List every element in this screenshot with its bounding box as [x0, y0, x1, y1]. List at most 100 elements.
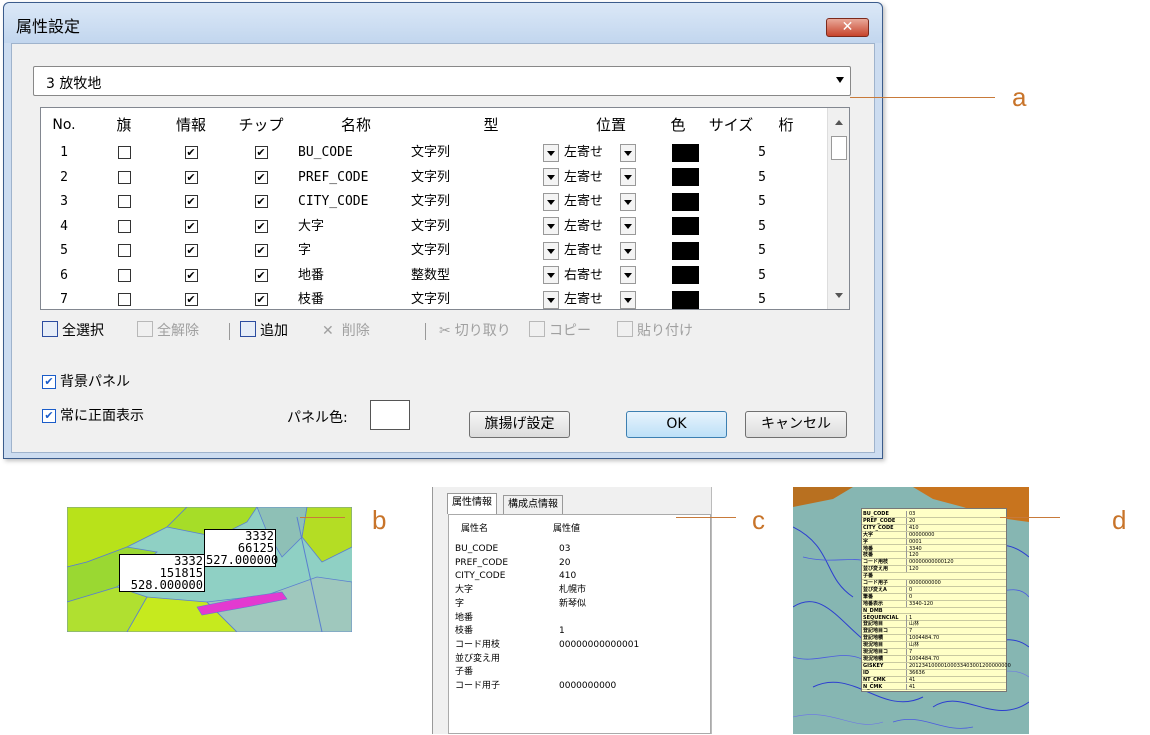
type-cell[interactable]: 文字列 [411, 189, 561, 214]
select-all-button[interactable]: 全選択 [42, 318, 104, 344]
chip-checkbox[interactable]: ✔ [254, 146, 268, 159]
attribute-row[interactable]: 大字 札幌市 [453, 584, 703, 596]
col-header-position[interactable]: 位置 [566, 113, 656, 138]
field-name[interactable]: CITY_CODE [298, 189, 408, 214]
chevron-down-icon[interactable] [620, 143, 636, 162]
field-name[interactable]: 大字 [298, 214, 408, 239]
color-cell[interactable] [672, 287, 702, 309]
size-value[interactable]: 5 [701, 189, 766, 214]
grid-scrollbar[interactable] [827, 108, 849, 309]
attribute-row[interactable]: 字 新琴似 [453, 598, 703, 610]
info-checkbox[interactable]: ✔ [184, 244, 198, 257]
col-header-type[interactable]: 型 [441, 113, 541, 138]
chevron-down-icon[interactable] [543, 266, 559, 284]
add-button[interactable]: 追加 [240, 318, 288, 344]
field-name[interactable]: 地番 [298, 263, 408, 288]
table-row[interactable]: 6 ✔ ✔ 地番 整数型 右寄せ 5 [41, 263, 831, 288]
chip-checkbox[interactable]: ✔ [254, 170, 268, 184]
chevron-down-icon[interactable] [620, 168, 636, 186]
position-cell[interactable]: 左寄せ [564, 140, 674, 165]
map-label-1[interactable]: 3332 66125 527.000000 [204, 529, 278, 567]
color-swatch[interactable] [672, 241, 699, 260]
scroll-up-icon[interactable] [835, 120, 843, 125]
flag-settings-button[interactable]: 旗揚げ設定 [469, 411, 570, 438]
info-checkbox[interactable]: ✔ [184, 293, 198, 306]
chevron-down-icon[interactable] [543, 290, 559, 309]
tab-vertex-info[interactable]: 構成点情報 [503, 495, 563, 514]
color-cell[interactable] [672, 214, 702, 239]
map-label-2[interactable]: 3332 151815 528.000000 [119, 554, 205, 592]
paste-button[interactable]: 貼り付け [617, 318, 693, 344]
flag-checkbox[interactable] [117, 268, 131, 282]
size-value[interactable]: 5 [701, 263, 766, 288]
col-header-name[interactable]: 名称 [311, 113, 401, 138]
attribute-row[interactable]: PREF_CODE 20 [453, 557, 703, 569]
position-cell[interactable]: 左寄せ [564, 165, 674, 190]
cut-button[interactable]: ✂ 切り取り [439, 318, 511, 344]
info-checkbox[interactable]: ✔ [184, 219, 198, 233]
color-cell[interactable] [672, 165, 702, 190]
size-value[interactable]: 5 [701, 287, 766, 309]
flag-checkbox[interactable] [117, 293, 131, 306]
col-header-no[interactable]: No. [44, 113, 84, 138]
info-checkbox[interactable]: ✔ [184, 268, 198, 282]
field-name[interactable]: PREF_CODE [298, 165, 408, 190]
position-cell[interactable]: 左寄せ [564, 189, 674, 214]
col-header-flag[interactable]: 旗 [104, 113, 144, 138]
color-swatch[interactable] [672, 192, 699, 211]
size-value[interactable]: 5 [701, 140, 766, 165]
flag-checkbox[interactable] [117, 170, 131, 184]
color-swatch[interactable] [672, 266, 699, 284]
attribute-row[interactable]: BU_CODE 03 [453, 543, 703, 555]
color-swatch[interactable] [672, 168, 699, 186]
chevron-down-icon[interactable] [543, 192, 559, 211]
chip-checkbox[interactable]: ✔ [254, 244, 268, 257]
size-value[interactable]: 5 [701, 214, 766, 239]
field-name[interactable]: BU_CODE [298, 140, 408, 165]
color-cell[interactable] [672, 238, 702, 263]
position-cell[interactable]: 左寄せ [564, 238, 674, 263]
table-row[interactable]: 2 ✔ ✔ PREF_CODE 文字列 左寄せ 5 [41, 165, 831, 190]
scroll-down-icon[interactable] [835, 293, 843, 298]
copy-button[interactable]: コピー [529, 318, 591, 344]
chevron-down-icon[interactable] [543, 143, 559, 162]
color-cell[interactable] [672, 263, 702, 288]
background-panel-option[interactable]: ✔ 背景パネル [42, 371, 130, 391]
type-cell[interactable]: 文字列 [411, 214, 561, 239]
table-row[interactable]: 3 ✔ ✔ CITY_CODE 文字列 左寄せ 5 [41, 189, 831, 214]
info-checkbox[interactable]: ✔ [184, 146, 198, 159]
chevron-down-icon[interactable] [543, 168, 559, 186]
attribute-row[interactable]: コード用子 0000000000 [453, 680, 703, 692]
size-value[interactable]: 5 [701, 165, 766, 190]
deselect-all-button[interactable]: 全解除 [137, 318, 199, 344]
col-header-size[interactable]: サイズ [696, 113, 766, 138]
field-name[interactable]: 枝番 [298, 287, 408, 309]
attribute-row[interactable]: 地番 [453, 612, 703, 624]
attribute-row[interactable]: 子番 [453, 666, 703, 678]
chevron-down-icon[interactable] [620, 266, 636, 284]
background-panel-checkbox[interactable]: ✔ [42, 375, 56, 389]
chevron-down-icon[interactable] [836, 77, 844, 83]
chevron-down-icon[interactable] [620, 290, 636, 309]
chevron-down-icon[interactable] [620, 217, 636, 235]
flag-checkbox[interactable] [117, 146, 131, 159]
delete-button[interactable]: ✕ 削除 [322, 318, 370, 344]
color-swatch[interactable] [672, 143, 699, 162]
col-header-digits[interactable]: 桁 [766, 113, 806, 138]
field-name[interactable]: 字 [298, 238, 408, 263]
ok-button[interactable]: OK [626, 411, 727, 438]
attribute-row[interactable]: CITY_CODE 410 [453, 570, 703, 582]
attribute-row[interactable]: 並び変え用 [453, 653, 703, 665]
color-cell[interactable] [672, 140, 702, 165]
flag-checkbox[interactable] [117, 195, 131, 208]
chip-checkbox[interactable]: ✔ [254, 293, 268, 306]
position-cell[interactable]: 右寄せ [564, 263, 674, 288]
tab-attribute-info[interactable]: 属性情報 [447, 493, 497, 514]
attribute-row[interactable]: 枝番 1 [453, 625, 703, 637]
attribute-row[interactable]: コード用枝 00000000000001 [453, 639, 703, 651]
col-header-info[interactable]: 情報 [166, 113, 216, 138]
chip-checkbox[interactable]: ✔ [254, 195, 268, 208]
flag-checkbox[interactable] [117, 244, 131, 257]
scroll-thumb[interactable] [831, 136, 847, 160]
size-value[interactable]: 5 [701, 238, 766, 263]
